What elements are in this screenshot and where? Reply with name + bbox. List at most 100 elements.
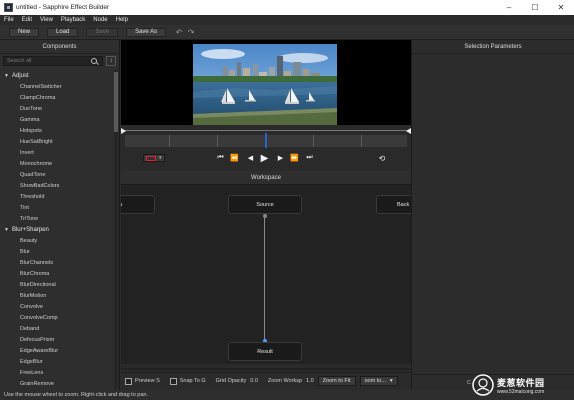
node-partial-right[interactable]: Back: [376, 195, 411, 214]
background-color-picker[interactable]: ▾: [143, 154, 165, 162]
play-icon[interactable]: ▶: [259, 152, 270, 164]
tree-category-label: Blur+Sharpen: [11, 226, 49, 233]
tree-item[interactable]: DuoTone: [0, 103, 115, 114]
city-waterfront-image: [193, 44, 337, 126]
tree-item[interactable]: HueSatBright: [0, 136, 115, 147]
tree-item[interactable]: Deband: [0, 323, 115, 334]
workspace-title: Workspace: [121, 171, 411, 185]
tree-item[interactable]: Monochrome: [0, 158, 115, 169]
scrollbar-thumb[interactable]: [114, 72, 118, 132]
go-to-start-icon[interactable]: ⏮: [215, 152, 226, 164]
tree-item[interactable]: EdgeAwareBlur: [0, 345, 115, 356]
rewind-icon[interactable]: ⏪: [229, 152, 240, 164]
save-button[interactable]: Save: [86, 27, 119, 37]
tree-item[interactable]: QuadTone: [0, 169, 115, 180]
selection-parameters-title: Selection Parameters: [412, 40, 574, 54]
zoom-to-label: oom to...: [364, 378, 386, 384]
node-link: [264, 216, 265, 340]
preview-checkbox[interactable]: [125, 377, 132, 385]
menu-edit[interactable]: Edit: [22, 17, 32, 23]
tree-item[interactable]: BlurChannels: [0, 257, 115, 268]
tree-item[interactable]: ShowBadColors: [0, 180, 115, 191]
zoom-to-fit-button[interactable]: Zoom to Fit: [317, 376, 356, 386]
source-node[interactable]: Source: [228, 195, 302, 214]
grid-opacity-value[interactable]: 0.0: [250, 378, 258, 384]
tree-item[interactable]: BlurMotion: [0, 290, 115, 301]
search-input[interactable]: [7, 58, 77, 64]
workspace-options-bar: Preview S Snap To G Grid Opacity 0.0 Zoo…: [121, 372, 411, 389]
load-button[interactable]: Load: [47, 27, 79, 37]
tree-category[interactable]: ▼ Adjust: [0, 70, 115, 81]
tree-item[interactable]: BlurChroma: [0, 268, 115, 279]
color-swatch: [146, 155, 156, 161]
tree-item[interactable]: Beauty: [0, 235, 115, 246]
loop-icon[interactable]: ⟲: [376, 152, 388, 164]
watermark-text: 麦葱软件园 www.52maicong.com: [497, 376, 545, 395]
tree-item[interactable]: Blur: [0, 246, 115, 257]
tree-item[interactable]: BlurDirectional: [0, 279, 115, 290]
tree-item[interactable]: DefocusPrism: [0, 334, 115, 345]
zoom-to-dropdown[interactable]: oom to... ▾: [359, 376, 398, 386]
caret-down-icon[interactable]: ▼: [4, 227, 9, 233]
sort-az-icon[interactable]: ↕: [106, 56, 116, 66]
source-output-port[interactable]: [263, 214, 267, 218]
menu-file[interactable]: File: [4, 17, 14, 23]
playhead[interactable]: [265, 133, 267, 148]
workspace-scrollbar[interactable]: [121, 364, 411, 368]
tree-item[interactable]: Tint: [0, 202, 115, 213]
tree-item[interactable]: Invert: [0, 147, 115, 158]
tree-item[interactable]: FreeLens: [0, 367, 115, 378]
tree-item[interactable]: EdgeBlur: [0, 356, 115, 367]
watermark-brand: 麦葱软件园: [497, 377, 545, 388]
snap-option[interactable]: Snap To G: [169, 377, 206, 385]
in-point-marker[interactable]: [121, 128, 126, 134]
result-node[interactable]: Result: [228, 342, 302, 361]
tree-category[interactable]: ▼ Blur+Sharpen: [0, 224, 115, 235]
new-button[interactable]: New: [9, 27, 40, 37]
watermark: 麦葱软件园 www.52maicong.com: [472, 372, 572, 398]
preview-option[interactable]: Preview S: [125, 377, 160, 385]
maximize-button[interactable]: ☐: [522, 0, 548, 15]
tree-item[interactable]: Convolve: [0, 301, 115, 312]
menu-view[interactable]: View: [40, 17, 53, 23]
menu-playback[interactable]: Playback: [61, 17, 85, 23]
tree-item[interactable]: TriTone: [0, 213, 115, 224]
search-icon[interactable]: [91, 58, 97, 64]
snap-checkbox[interactable]: [169, 377, 177, 385]
tree-item[interactable]: Hotspots: [0, 125, 115, 136]
close-button[interactable]: ✕: [548, 0, 574, 15]
tree-item[interactable]: ConvolveComp: [0, 312, 115, 323]
caret-down-icon[interactable]: ▼: [4, 73, 9, 79]
snap-label: Snap To G: [179, 378, 206, 384]
tree-item[interactable]: Gamma: [0, 114, 115, 125]
zoom-value[interactable]: 1.0: [306, 378, 314, 384]
node-partial-left[interactable]: a: [121, 195, 155, 214]
title-bar: untitled - Sapphire Effect Builder – ☐ ✕: [0, 0, 574, 15]
go-to-end-icon[interactable]: ⏭: [304, 152, 315, 164]
viewer: [121, 40, 411, 133]
step-forward-icon[interactable]: ▶: [275, 152, 286, 164]
timeline[interactable]: [121, 125, 411, 149]
watermark-logo-icon: [472, 374, 494, 396]
undo-icon[interactable]: ↶: [174, 27, 184, 37]
parameters-area: [416, 58, 570, 372]
tree-item[interactable]: ClampChroma: [0, 92, 115, 103]
redo-icon[interactable]: ↷: [186, 27, 196, 37]
workspace-canvas[interactable]: a Source Back Result: [121, 185, 411, 370]
menu-node[interactable]: Node: [93, 17, 107, 23]
tree-item[interactable]: GrainRemove: [0, 378, 115, 389]
timeline-tick: [217, 135, 218, 147]
tree-scrollbar[interactable]: [114, 70, 118, 390]
menu-help[interactable]: Help: [116, 17, 128, 23]
minimize-button[interactable]: –: [496, 0, 522, 15]
status-hint: Use the mouse wheel to zoom. Right-click…: [4, 392, 148, 398]
components-panel: Components ↕ ▼AdjustChannelSwitcherClamp…: [0, 40, 120, 390]
save-as-button[interactable]: Save As: [126, 27, 167, 37]
app-icon: [4, 3, 13, 12]
timeline-tick: [313, 135, 314, 147]
fast-forward-icon[interactable]: ⏩: [289, 152, 300, 164]
tree-item[interactable]: Threshold: [0, 191, 115, 202]
tree-item[interactable]: ChannelSwitcher: [0, 81, 115, 92]
preview-image: [193, 44, 337, 126]
step-back-icon[interactable]: ◀: [245, 152, 256, 164]
